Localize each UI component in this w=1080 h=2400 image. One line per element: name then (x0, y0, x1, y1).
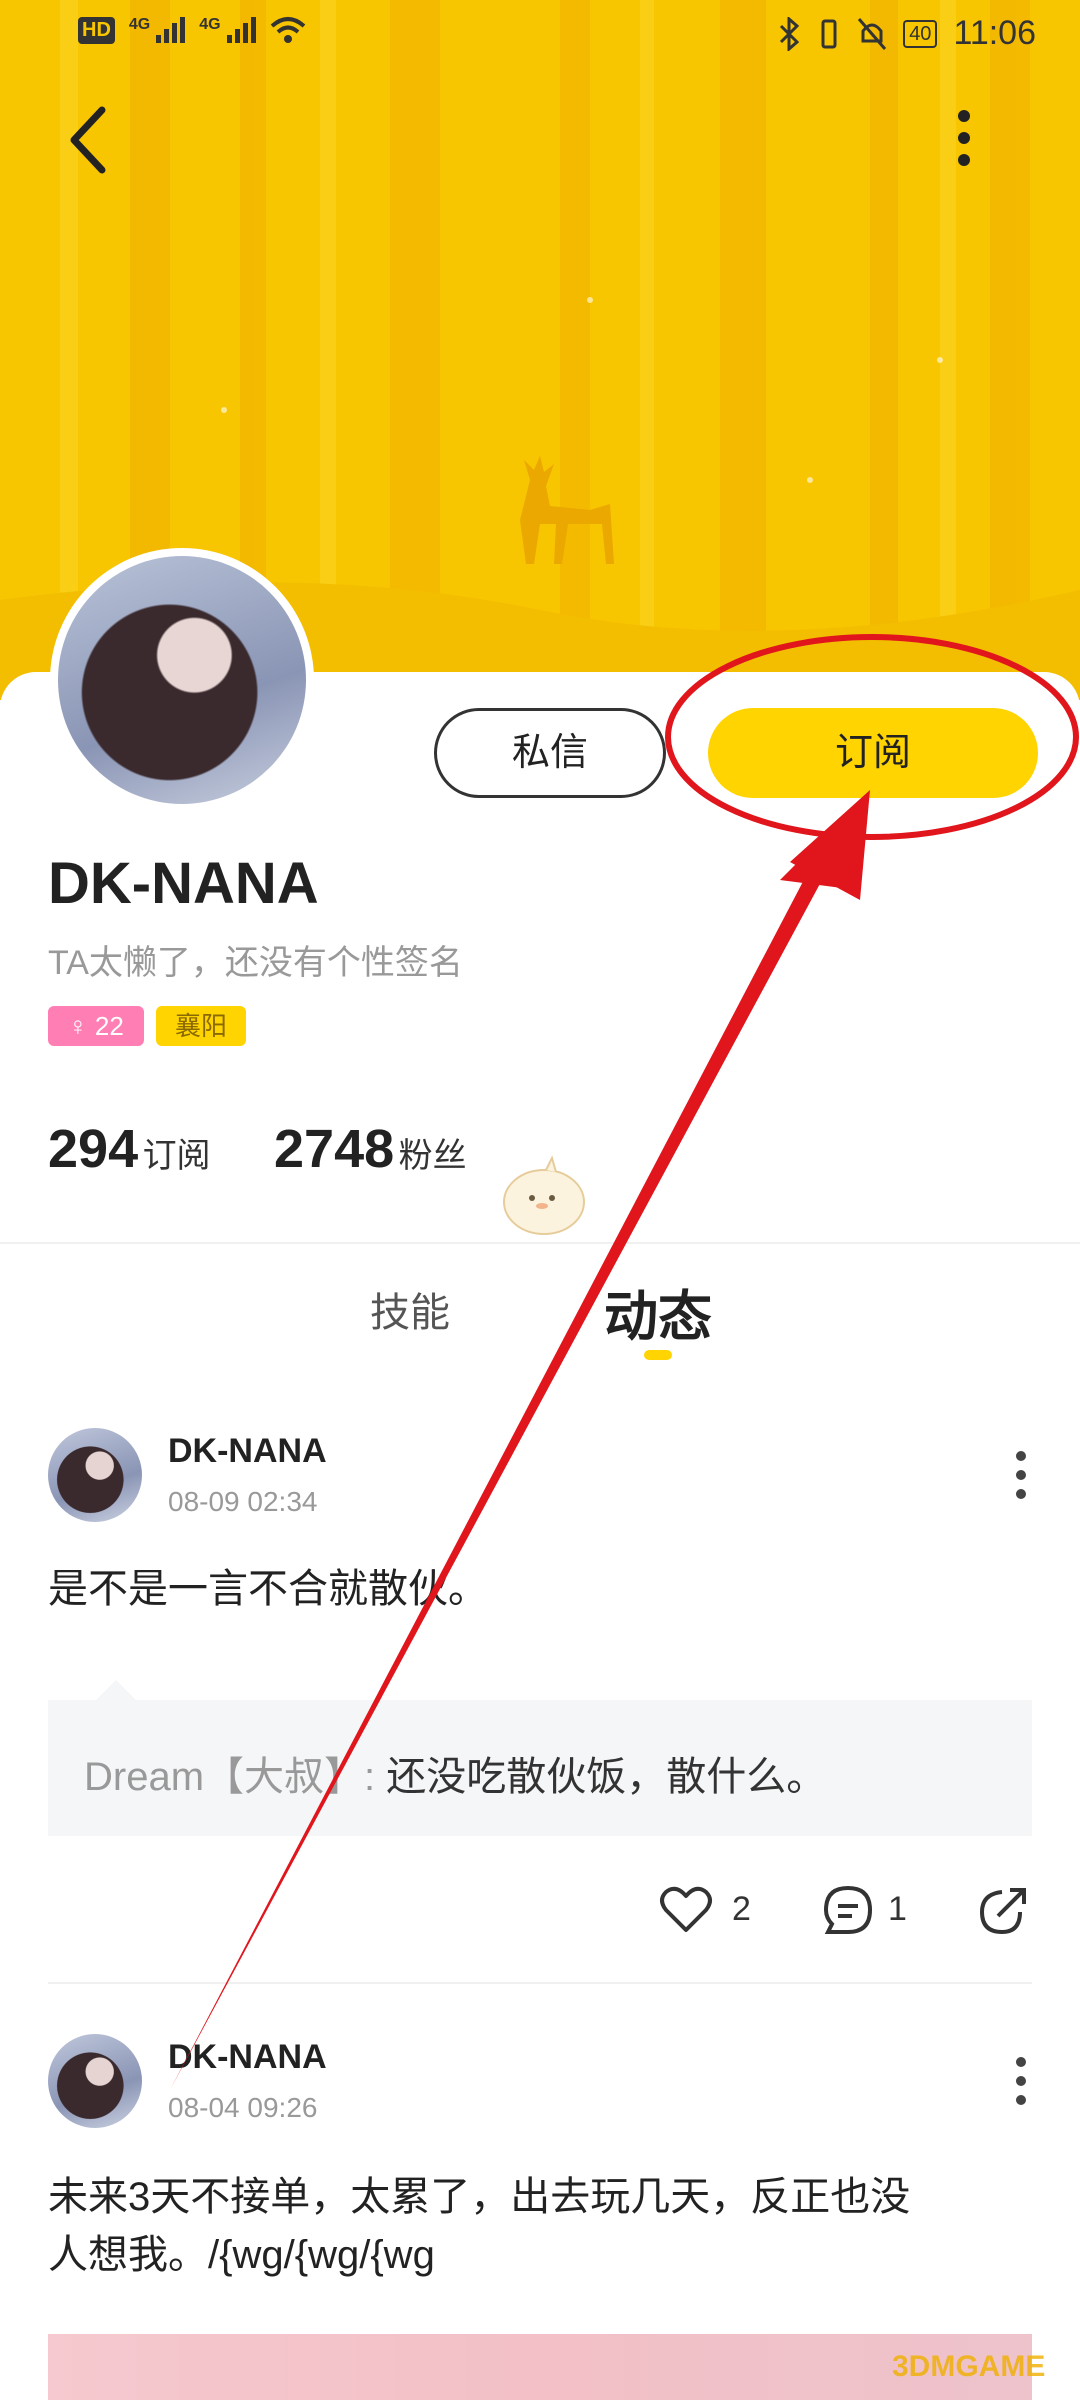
reply-pointer (96, 1680, 136, 1700)
post-avatar[interactable] (48, 2034, 142, 2128)
post-image[interactable] (48, 2334, 1032, 2400)
post-avatar[interactable] (48, 1428, 142, 1522)
profile-signature: TA太懒了，还没有个性签名 (48, 944, 463, 982)
clock: 11:06 (953, 14, 1036, 52)
mute-icon (858, 17, 887, 50)
tab-skills[interactable]: 技能 (370, 1280, 450, 1338)
post-author[interactable]: DK-NANA (168, 2038, 327, 2077)
gender-age-badge: ♀ 22 (48, 1006, 144, 1046)
vibrate-icon (821, 19, 837, 48)
more-options-icon[interactable] (944, 108, 984, 168)
reply-text: 还没吃散伙饭，散什么。 (386, 1755, 827, 1799)
city-badge: 襄阳 (156, 1006, 246, 1046)
subscriptions-label: 订阅 (142, 1137, 211, 1175)
post-text-line-1: 未来3天不接单，太累了，出去玩几天，反正也没 (48, 2175, 911, 2219)
bluetooth-icon (780, 16, 800, 51)
post-text-line-2: 人想我。/{wg/{wg/{wg (48, 2233, 435, 2277)
fans-label: 粉丝 (398, 1137, 467, 1175)
comment-icon[interactable] (820, 1882, 876, 1938)
post-text: 是不是一言不合就散伙。 (48, 1567, 488, 1611)
wifi-icon (270, 17, 305, 43)
post-more-icon[interactable] (1011, 2056, 1031, 2106)
annotation-circle (665, 634, 1079, 840)
share-icon[interactable] (976, 1882, 1032, 1938)
like-count: 2 (732, 1890, 751, 1928)
active-tab-indicator (644, 1350, 672, 1360)
mascot-icon (503, 1155, 585, 1235)
signal-icon (156, 17, 186, 43)
post-time: 08-04 09:26 (168, 2092, 318, 2123)
network-type-1: 4G (128, 16, 151, 33)
hd-icon: HD (78, 16, 115, 44)
fans-count: 2748 (274, 1119, 395, 1179)
profile-name: DK-NANA (48, 851, 319, 916)
tab-moments[interactable]: 动态 (604, 1272, 712, 1351)
profile-card (0, 672, 1080, 2400)
profile-avatar[interactable] (50, 548, 314, 812)
reply-content: Dream【大叔】: 还没吃散伙饭，散什么。 (84, 1744, 826, 1802)
subscriptions-stat[interactable]: 294 订阅 (48, 1118, 211, 1180)
like-icon[interactable] (658, 1882, 714, 1938)
post-more-icon[interactable] (1011, 1450, 1031, 1500)
back-arrow-icon[interactable] (60, 100, 120, 180)
section-divider (0, 1242, 1080, 1244)
comment-count: 1 (888, 1890, 907, 1928)
post-divider (48, 1982, 1032, 1984)
post-author[interactable]: DK-NANA (168, 1432, 327, 1471)
subscriptions-count: 294 (48, 1119, 139, 1179)
message-button[interactable]: 私信 (434, 708, 666, 798)
status-bar: HD 4G 4G 40 11:06 (0, 0, 1080, 70)
watermark: 3DMGAME (892, 2350, 1046, 2383)
battery-icon: 40 (903, 19, 938, 48)
post-time: 08-09 02:34 (168, 1486, 318, 1517)
reply-user[interactable]: Dream【大叔】: (84, 1755, 375, 1799)
signal-icon-2 (226, 17, 256, 43)
fans-stat[interactable]: 2748 粉丝 (274, 1118, 467, 1180)
network-type-2: 4G (199, 16, 221, 33)
